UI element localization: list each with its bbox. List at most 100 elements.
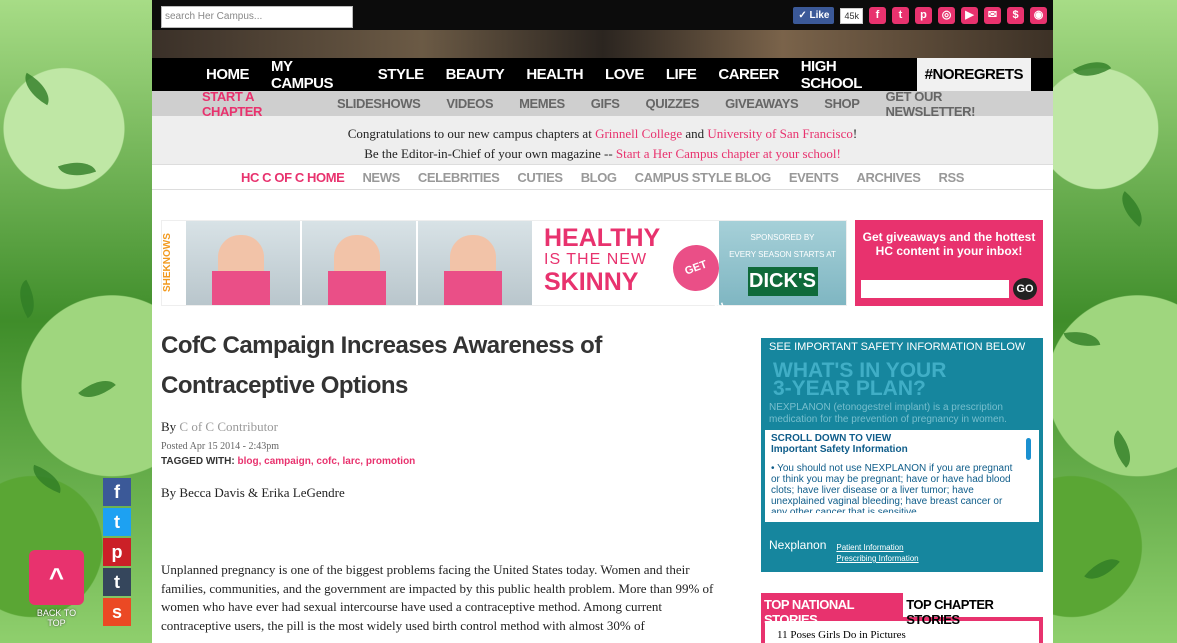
isi-body: • You should not use NEXPLANON if you ar… (771, 463, 1013, 513)
subnav-memes[interactable]: MEMES (519, 96, 565, 111)
chapter-nav: HC C OF C HOME NEWS CELEBRITIES CUTIES B… (152, 164, 1053, 190)
nav-beauty[interactable]: BEAUTY (446, 66, 505, 83)
story-item[interactable]: 11 Poses Girls Do in Pictures (777, 629, 1027, 641)
share-bar: f t p t s (103, 478, 131, 628)
shop-icon[interactable]: $ (1007, 7, 1024, 24)
ad-sponsored-by: SPONSORED BY (750, 233, 815, 242)
isi-scrollbar[interactable] (1026, 438, 1031, 460)
tumblr-icon[interactable]: t (103, 568, 131, 596)
stumbleupon-icon[interactable]: s (103, 598, 131, 626)
sidead-header: SEE IMPORTANT SAFETY INFORMATION BELOW (769, 341, 1026, 353)
search-input[interactable]: search Her Campus... (161, 6, 353, 28)
back-to-top[interactable]: ^ BACK TO TOP (29, 550, 84, 628)
sidebar-ad[interactable]: SEE IMPORTANT SAFETY INFORMATION BELOW W… (761, 338, 1043, 572)
rss-icon[interactable]: ◉ (1030, 7, 1047, 24)
nav-love[interactable]: LOVE (605, 66, 644, 83)
subnav-start-chapter[interactable]: START A CHAPTER (202, 89, 311, 119)
twitter-icon[interactable]: t (892, 7, 909, 24)
ad-tagline: EVERY SEASON STARTS AT (729, 250, 836, 259)
header-banner-image (152, 30, 1053, 58)
link-start-chapter[interactable]: Start a Her Campus chapter at your schoo… (616, 146, 841, 161)
isi-title2: Important Safety Information (771, 444, 908, 455)
sub-nav: START A CHAPTER SLIDESHOWS VIDEOS MEMES … (152, 89, 1053, 119)
nav-home[interactable]: HOME (206, 66, 250, 83)
pinterest-icon[interactable]: p (915, 7, 932, 24)
article-body: Unplanned pregnancy is one of the bigges… (161, 562, 714, 633)
isi-title1: SCROLL DOWN TO VIEW (771, 433, 892, 444)
newsletter-text: Get giveaways and the hottest HC content… (862, 230, 1036, 258)
ad-sponsor: SPONSORED BY EVERY SEASON STARTS AT DICK… (719, 221, 846, 305)
social-links: ✓ Like 45k f t p ◎ ▶ ✉ $ ◉ (793, 7, 1047, 24)
ad-tips-badge[interactable]: GET TIPS! (666, 221, 727, 322)
tags: TAGGED WITH: blog, campaign, cofc, larc,… (161, 456, 731, 467)
link-usf[interactable]: University of San Francisco (707, 126, 853, 141)
nav-life[interactable]: LIFE (666, 66, 697, 83)
sidead-brand: Nexplanon (769, 538, 827, 552)
instagram-icon[interactable]: ◎ (938, 7, 955, 24)
nav-my-campus[interactable]: MY CAMPUS (271, 58, 356, 92)
nav-health[interactable]: HEALTH (526, 66, 583, 83)
sidead-big2: 3-YEAR PLAN? (773, 377, 926, 400)
facebook-icon[interactable]: f (103, 478, 131, 506)
subnav-newsletter[interactable]: GET OUR NEWSLETTER! (886, 89, 1027, 119)
chapnav-blog[interactable]: BLOG (581, 170, 617, 185)
article-authors: By Becca Davis & Erika LeGendre (161, 485, 345, 500)
announce-text-2: Be the Editor-in-Chief of your own magaz… (364, 146, 616, 161)
youtube-icon[interactable]: ▶ (961, 7, 978, 24)
article-title: CofC Campaign Increases Awareness of Con… (161, 332, 602, 399)
author-link[interactable]: C of C Contributor (179, 419, 278, 434)
facebook-like-button[interactable]: ✓ Like (793, 7, 835, 24)
nav-high-school[interactable]: HIGH SCHOOL (801, 58, 899, 92)
ad-sponsor-logo: DICK'S (747, 267, 818, 296)
subnav-giveaways[interactable]: GIVEAWAYS (725, 96, 799, 111)
top-bar: search Her Campus... ✓ Like 45k f t p ◎ … (152, 0, 1053, 30)
subnav-slideshows[interactable]: SLIDESHOWS (337, 96, 421, 111)
nav-style[interactable]: STYLE (378, 66, 424, 83)
chapnav-rss[interactable]: RSS (938, 170, 964, 185)
subnav-shop[interactable]: SHOP (824, 96, 860, 111)
tab-national-stories[interactable]: TOP NATIONAL STORIES (761, 593, 904, 627)
ad-line3: SKINNY (544, 268, 639, 296)
announce-excl: ! (852, 126, 858, 141)
newsletter-email-input[interactable] (861, 280, 1009, 298)
prescribing-info-link[interactable]: Prescribing Information (836, 553, 918, 564)
subnav-gifs[interactable]: GIFS (591, 96, 620, 111)
ad-line1: HEALTHY (544, 224, 661, 252)
right-background (1045, 0, 1177, 643)
tags-label: TAGGED WITH: (161, 456, 238, 467)
newsletter-go-button[interactable]: GO (1013, 278, 1037, 300)
nav-career[interactable]: CAREER (718, 66, 779, 83)
chapnav-home[interactable]: HC C OF C HOME (241, 170, 345, 185)
article: CofC Campaign Increases Awareness of Con… (161, 326, 731, 635)
safety-info-panel[interactable]: SCROLL DOWN TO VIEW Important Safety Inf… (765, 430, 1039, 522)
like-count: 45k (840, 7, 863, 24)
subnav-videos[interactable]: VIDEOS (446, 96, 493, 111)
email-icon[interactable]: ✉ (984, 7, 1001, 24)
link-grinnell[interactable]: Grinnell College (595, 126, 682, 141)
chapnav-news[interactable]: NEWS (362, 170, 400, 185)
ad-photo (302, 221, 416, 305)
nav-noregrets[interactable]: #NOREGRETS (916, 58, 1031, 91)
ad-photo (186, 221, 300, 305)
chapnav-campus-style-blog[interactable]: CAMPUS STYLE BLOG (635, 170, 772, 185)
banner-ad[interactable]: SHEKNOWS HEALTHY IS THE NEW SKINNY GET T… (161, 220, 847, 322)
ad-photo (418, 221, 532, 305)
chapnav-celebrities[interactable]: CELEBRITIES (418, 170, 500, 185)
tag-links[interactable]: blog, campaign, cofc, larc, promotion (237, 456, 415, 467)
subnav-quizzes[interactable]: QUIZZES (646, 96, 700, 111)
pinterest-icon[interactable]: p (103, 538, 131, 566)
tab-chapter-stories[interactable]: TOP CHAPTER STORIES (903, 593, 1043, 627)
announcement-bar: Congratulations to our new campus chapte… (152, 116, 1053, 164)
chapnav-cuties[interactable]: CUTIES (517, 170, 563, 185)
chapnav-archives[interactable]: ARCHIVES (856, 170, 920, 185)
twitter-icon[interactable]: t (103, 508, 131, 536)
chapnav-events[interactable]: EVENTS (789, 170, 839, 185)
main-nav: HOME MY CAMPUS STYLE BEAUTY HEALTH LOVE … (152, 58, 1053, 92)
patient-info-link[interactable]: Patient Information (836, 542, 918, 553)
ad-headline: HEALTHY IS THE NEW SKINNY (534, 221, 679, 305)
page-container: search Her Campus... ✓ Like 45k f t p ◎ … (152, 0, 1053, 643)
facebook-icon[interactable]: f (869, 7, 886, 24)
byline: By C of C Contributor (161, 419, 731, 435)
chevron-up-icon[interactable]: ^ (29, 550, 84, 605)
newsletter-signup: Get giveaways and the hottest HC content… (855, 220, 1043, 306)
